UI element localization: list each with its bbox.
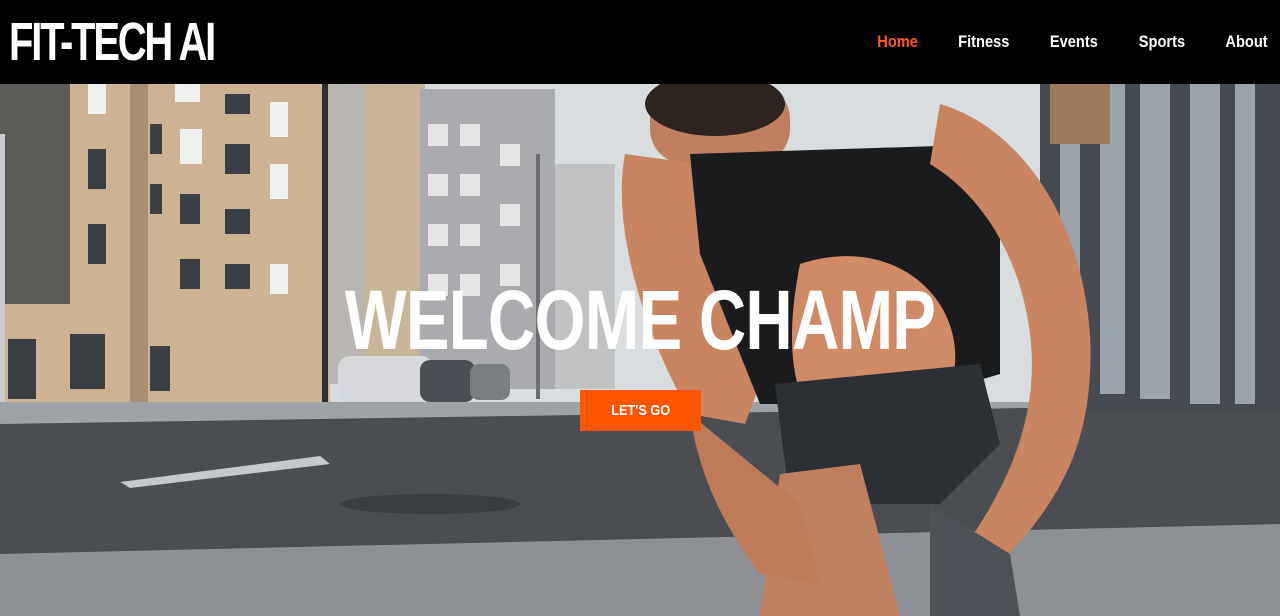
top-navbar: FIT-TECH AI Home Fitness Events Sports A… [0,0,1280,84]
site-logo[interactable]: FIT-TECH AI [9,12,216,72]
nav-link-sports[interactable]: Sports [1139,32,1185,52]
lets-go-button-label: LET'S GO [611,402,670,419]
hero-title: WELCOME CHAMP [344,273,936,367]
nav-link-events[interactable]: Events [1050,32,1098,52]
lets-go-button[interactable]: LET'S GO [580,390,701,431]
nav-link-fitness[interactable]: Fitness [958,32,1009,52]
hero-section: WELCOME CHAMP LET'S GO [0,84,1280,616]
nav-links: Home Fitness Events Sports About [841,0,1271,84]
nav-link-home[interactable]: Home [877,32,918,52]
nav-link-about[interactable]: About [1225,32,1267,52]
